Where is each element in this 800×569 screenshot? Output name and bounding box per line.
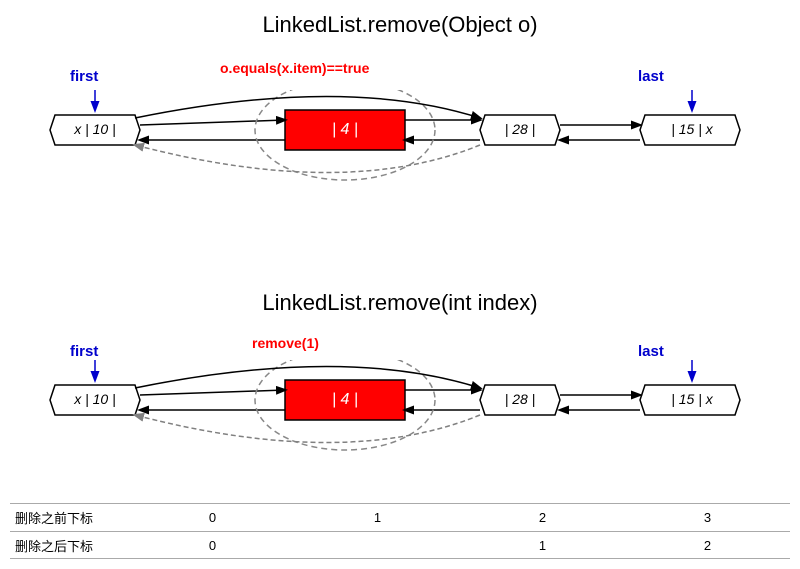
row-before-cell-0: 0	[130, 510, 295, 525]
index-row-before: 删除之前下标 0 1 2 3	[10, 503, 790, 531]
svg-text:| 15 | x: | 15 | x	[671, 391, 714, 407]
label-condition: o.equals(x.item)==true	[220, 60, 369, 76]
svg-text:| 4 |: | 4 |	[332, 121, 358, 138]
index-table: 删除之前下标 0 1 2 3 删除之后下标 0 1 2	[10, 503, 790, 559]
label-first-bottom: first	[70, 343, 98, 360]
svg-text:x | 10 |: x | 10 |	[73, 391, 116, 407]
row-before-cell-2: 2	[460, 510, 625, 525]
main-container: LinkedList.remove(Object o) LinkedList.r…	[0, 0, 800, 569]
row-after-cell-2: 1	[460, 538, 625, 553]
label-first-top: first	[70, 68, 98, 85]
row-after-label: 删除之后下标	[10, 536, 130, 555]
svg-text:| 15 | x: | 15 | x	[671, 121, 714, 137]
diagram-bottom: x | 10 | | 4 | | 28 | | 15 | x	[40, 360, 760, 505]
row-before-label: 删除之前下标	[10, 508, 130, 527]
index-row-after: 删除之后下标 0 1 2	[10, 531, 790, 559]
svg-text:x | 10 |: x | 10 |	[73, 121, 116, 137]
svg-text:| 28 |: | 28 |	[505, 121, 536, 137]
row-before-cell-1: 1	[295, 510, 460, 525]
svg-text:| 4 |: | 4 |	[332, 391, 358, 408]
row-after-cell-3: 2	[625, 538, 790, 553]
label-remove: remove(1)	[252, 335, 319, 351]
svg-text:| 28 |: | 28 |	[505, 391, 536, 407]
row-before-cell-3: 3	[625, 510, 790, 525]
title1: LinkedList.remove(Object o)	[0, 12, 800, 38]
row-after-cell-0: 0	[130, 538, 295, 553]
label-last-bottom: last	[638, 343, 664, 360]
label-last-top: last	[638, 68, 664, 85]
title2: LinkedList.remove(int index)	[0, 290, 800, 316]
diagram-top: x | 10 | | 4 | | 28 | | 15 | x	[40, 90, 760, 250]
